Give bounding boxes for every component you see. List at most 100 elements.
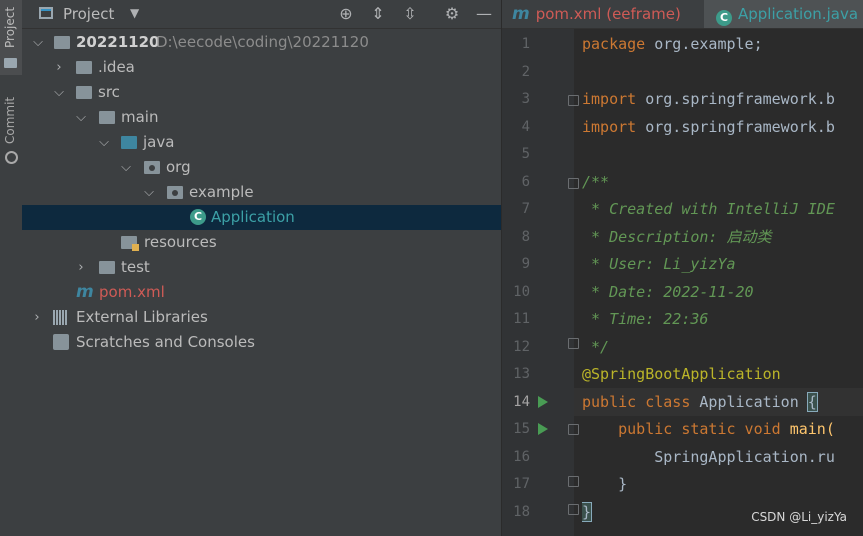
tree-item-label: org (166, 158, 191, 176)
watermark: CSDN @Li_yizYa (751, 510, 847, 524)
chevron-right-icon[interactable]: › (74, 255, 88, 280)
line-number: 5 (521, 146, 530, 162)
tree-item-idea[interactable]: › .idea (22, 55, 501, 80)
tree-item-label: test (121, 258, 150, 276)
tree-item-label: .idea (98, 58, 135, 76)
locate-icon[interactable]: ⊕ (336, 4, 356, 24)
chevron-down-icon[interactable]: ▼ (130, 6, 139, 20)
tree-item-org[interactable]: ⌵ org (22, 155, 501, 180)
line-number: 3 (521, 91, 530, 107)
chevron-down-icon[interactable]: ⌵ (74, 105, 88, 130)
editor-area: m pom.xml (eeframe) C Application.java 1 2… (502, 0, 863, 536)
chevron-down-icon[interactable]: ⌵ (97, 130, 111, 155)
tree-item-pom[interactable]: m pom.xml (22, 280, 501, 305)
project-window-icon (39, 7, 53, 19)
tree-item-label: 20221120 (76, 33, 160, 51)
code-line: import org.springframework.b (582, 114, 863, 142)
line-number: 12 (513, 338, 530, 355)
code-comment: * Created with IntelliJ IDE (582, 200, 835, 218)
chevron-down-icon[interactable]: ⌵ (119, 155, 133, 180)
code-editor[interactable]: package org.example; import org.springfr… (582, 29, 863, 536)
folder-icon (76, 61, 92, 74)
fold-marker-icon[interactable] (568, 178, 579, 189)
commit-tool-tab[interactable]: Commit (3, 97, 17, 144)
line-number: 13 (513, 366, 530, 382)
chevron-down-icon[interactable]: ⌵ (52, 80, 66, 105)
tree-item-label: example (189, 183, 254, 201)
project-tool-tab[interactable]: Project (3, 7, 17, 48)
code-comment: * Time: 22:36 (582, 310, 709, 328)
tree-item-test[interactable]: › test (22, 255, 501, 280)
tree-item-resources[interactable]: resources (22, 230, 501, 255)
line-number: 4 (521, 118, 530, 135)
editor-gutter[interactable]: 1 2 3 4 5 6 7 8 9 10 11 12 13 14 15 16 1… (502, 29, 579, 536)
line-number: 6 (521, 173, 530, 190)
line-number: 1 (521, 36, 530, 52)
code-comment: * Description: 启动类 (582, 227, 772, 246)
tab-pom-xml[interactable]: m pom.xml (eeframe) (512, 0, 681, 28)
fold-marker-icon[interactable] (568, 476, 579, 487)
spring-class-icon: C (190, 209, 206, 225)
tab-label: pom.xml (eeframe) (535, 5, 681, 23)
chevron-right-icon[interactable]: › (30, 305, 44, 330)
tree-item-src[interactable]: ⌵ src (22, 80, 501, 105)
tree-item-label: Scratches and Consoles (76, 333, 255, 351)
project-path: D:\eecode\coding\20221120 (156, 33, 369, 51)
folder-icon (4, 58, 17, 68)
line-number: 14 (513, 393, 530, 410)
tree-item-java[interactable]: ⌵ java (22, 130, 501, 155)
resources-folder-icon (121, 236, 139, 251)
code-text: org.springframework.b (636, 90, 835, 108)
project-panel: Project ▼ ⊕ ⇕ ⇳ ⚙ — ⌵ 20221120 D:\eecode… (22, 0, 501, 536)
maven-icon: m (76, 282, 94, 302)
fold-marker-icon[interactable] (568, 338, 579, 349)
project-view-selector[interactable]: Project (63, 5, 114, 23)
chevron-right-icon[interactable]: › (52, 55, 66, 80)
fold-marker-icon[interactable] (568, 95, 579, 106)
matched-brace: { (806, 391, 818, 412)
code-line: public static void main( (582, 416, 863, 444)
package-icon (144, 161, 160, 174)
gear-icon[interactable]: ⚙ (442, 4, 462, 24)
code-text: org.example; (645, 35, 763, 53)
fold-marker-icon[interactable] (568, 424, 579, 435)
line-number: 10 (513, 283, 530, 300)
project-toolbar: Project ▼ ⊕ ⇕ ⇳ ⚙ — (22, 0, 501, 29)
run-main-icon[interactable] (538, 423, 548, 435)
hide-icon[interactable]: — (474, 4, 494, 24)
tab-application-java[interactable]: C Application.java (704, 0, 863, 28)
folder-icon (99, 111, 115, 124)
fold-marker-icon[interactable] (568, 504, 579, 515)
folder-icon (76, 86, 92, 99)
keyword: package (582, 35, 646, 53)
run-class-icon[interactable] (538, 396, 548, 408)
expand-all-icon[interactable]: ⇕ (368, 4, 388, 24)
tree-item-external-libraries[interactable]: › External Libraries (22, 305, 501, 330)
keyword: public static void (582, 420, 781, 438)
chevron-down-icon[interactable]: ⌵ (142, 180, 156, 205)
tab-label: Application.java (738, 5, 859, 23)
tree-item-root[interactable]: ⌵ 20221120 D:\eecode\coding\20221120 (22, 30, 501, 55)
tool-window-strip: Project Commit (0, 0, 23, 536)
line-number: 7 (521, 201, 530, 217)
code-line: import org.springframework.b (582, 86, 863, 114)
line-number: 16 (513, 448, 530, 465)
tree-item-label: src (98, 83, 120, 101)
code-annotation: @SpringBootApplication (582, 365, 781, 383)
code-comment: */ (582, 337, 610, 356)
code-line: public class Application { (582, 389, 863, 417)
line-number: 17 (513, 476, 530, 492)
matched-brace: } (582, 501, 593, 522)
tree-item-application[interactable]: C Application (22, 205, 501, 230)
editor-tab-bar: m pom.xml (eeframe) C Application.java (502, 0, 863, 29)
tree-item-label: main (121, 108, 159, 126)
tree-item-example[interactable]: ⌵ example (22, 180, 501, 205)
tree-item-scratches[interactable]: Scratches and Consoles (22, 330, 501, 355)
collapse-all-icon[interactable]: ⇳ (400, 4, 420, 24)
tree-item-label: java (143, 133, 175, 151)
chevron-down-icon[interactable]: ⌵ (31, 30, 45, 55)
class-name: Application (690, 392, 808, 411)
tree-item-main[interactable]: ⌵ main (22, 105, 501, 130)
tree-item-label: resources (144, 233, 217, 251)
maven-icon: m (512, 4, 530, 24)
